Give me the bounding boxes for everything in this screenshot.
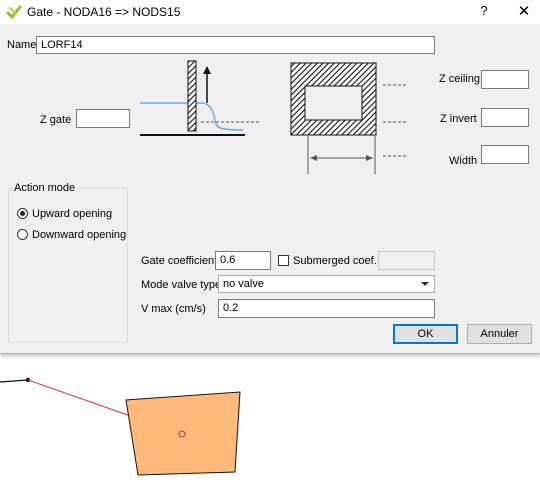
width-label: Width xyxy=(449,155,478,167)
ok-button[interactable]: OK xyxy=(393,324,458,344)
mode-valve-type-select[interactable]: no valve xyxy=(218,275,435,293)
z-invert-input[interactable] xyxy=(481,108,529,127)
upward-opening-label[interactable]: Upward opening xyxy=(32,208,112,220)
z-gate-label: Z gate xyxy=(40,114,72,126)
z-ceiling-input[interactable] xyxy=(481,70,529,89)
gate-coefficient-label: Gate coefficient xyxy=(141,255,218,267)
help-button[interactable]: ? xyxy=(476,3,492,18)
z-gate-input[interactable] xyxy=(76,109,130,128)
submerged-coef-label[interactable]: Submerged coef. xyxy=(293,255,377,267)
qgis-logo-icon xyxy=(6,5,22,20)
mode-valve-type-value: no valve xyxy=(223,278,264,290)
close-button[interactable]: ✕ xyxy=(514,2,534,20)
name-label: Name xyxy=(7,39,37,51)
v-max-input[interactable]: 0.2 xyxy=(218,299,435,318)
gate-diagram xyxy=(140,60,407,174)
polygon-centroid[interactable] xyxy=(178,430,186,438)
pipe-line xyxy=(0,379,29,383)
gate-sketch xyxy=(140,60,245,136)
window-title: Gate - NODA16 => NODS15 xyxy=(27,5,181,19)
submerged-coef-checkbox[interactable] xyxy=(278,255,289,266)
width-input[interactable] xyxy=(481,145,529,164)
gate-coefficient-input[interactable]: 0.6 xyxy=(215,251,271,270)
cancel-button[interactable]: Annuler xyxy=(467,324,532,344)
z-ceiling-label: Z ceiling xyxy=(439,73,480,85)
downward-opening-radio[interactable] xyxy=(17,229,28,240)
action-mode-title: Action mode xyxy=(12,182,78,194)
submerged-coef-input xyxy=(378,251,435,270)
upward-opening-radio[interactable] xyxy=(17,208,28,219)
v-max-label: V max (cm/s) xyxy=(141,303,206,315)
z-invert-label: Z invert xyxy=(440,113,477,125)
downward-opening-label[interactable]: Downward opening xyxy=(32,229,126,241)
box-section xyxy=(290,62,377,174)
mode-valve-type-label: Mode valve type xyxy=(141,279,222,291)
name-input[interactable]: LORF14 xyxy=(36,36,435,54)
gate-dialog: Gate - NODA16 => NODS15 ? ✕ Name LORF14 xyxy=(0,0,540,354)
chevron-down-icon xyxy=(421,282,429,286)
map-canvas[interactable] xyxy=(0,353,540,485)
title-bar: Gate - NODA16 => NODS15 ? ✕ xyxy=(0,0,540,24)
